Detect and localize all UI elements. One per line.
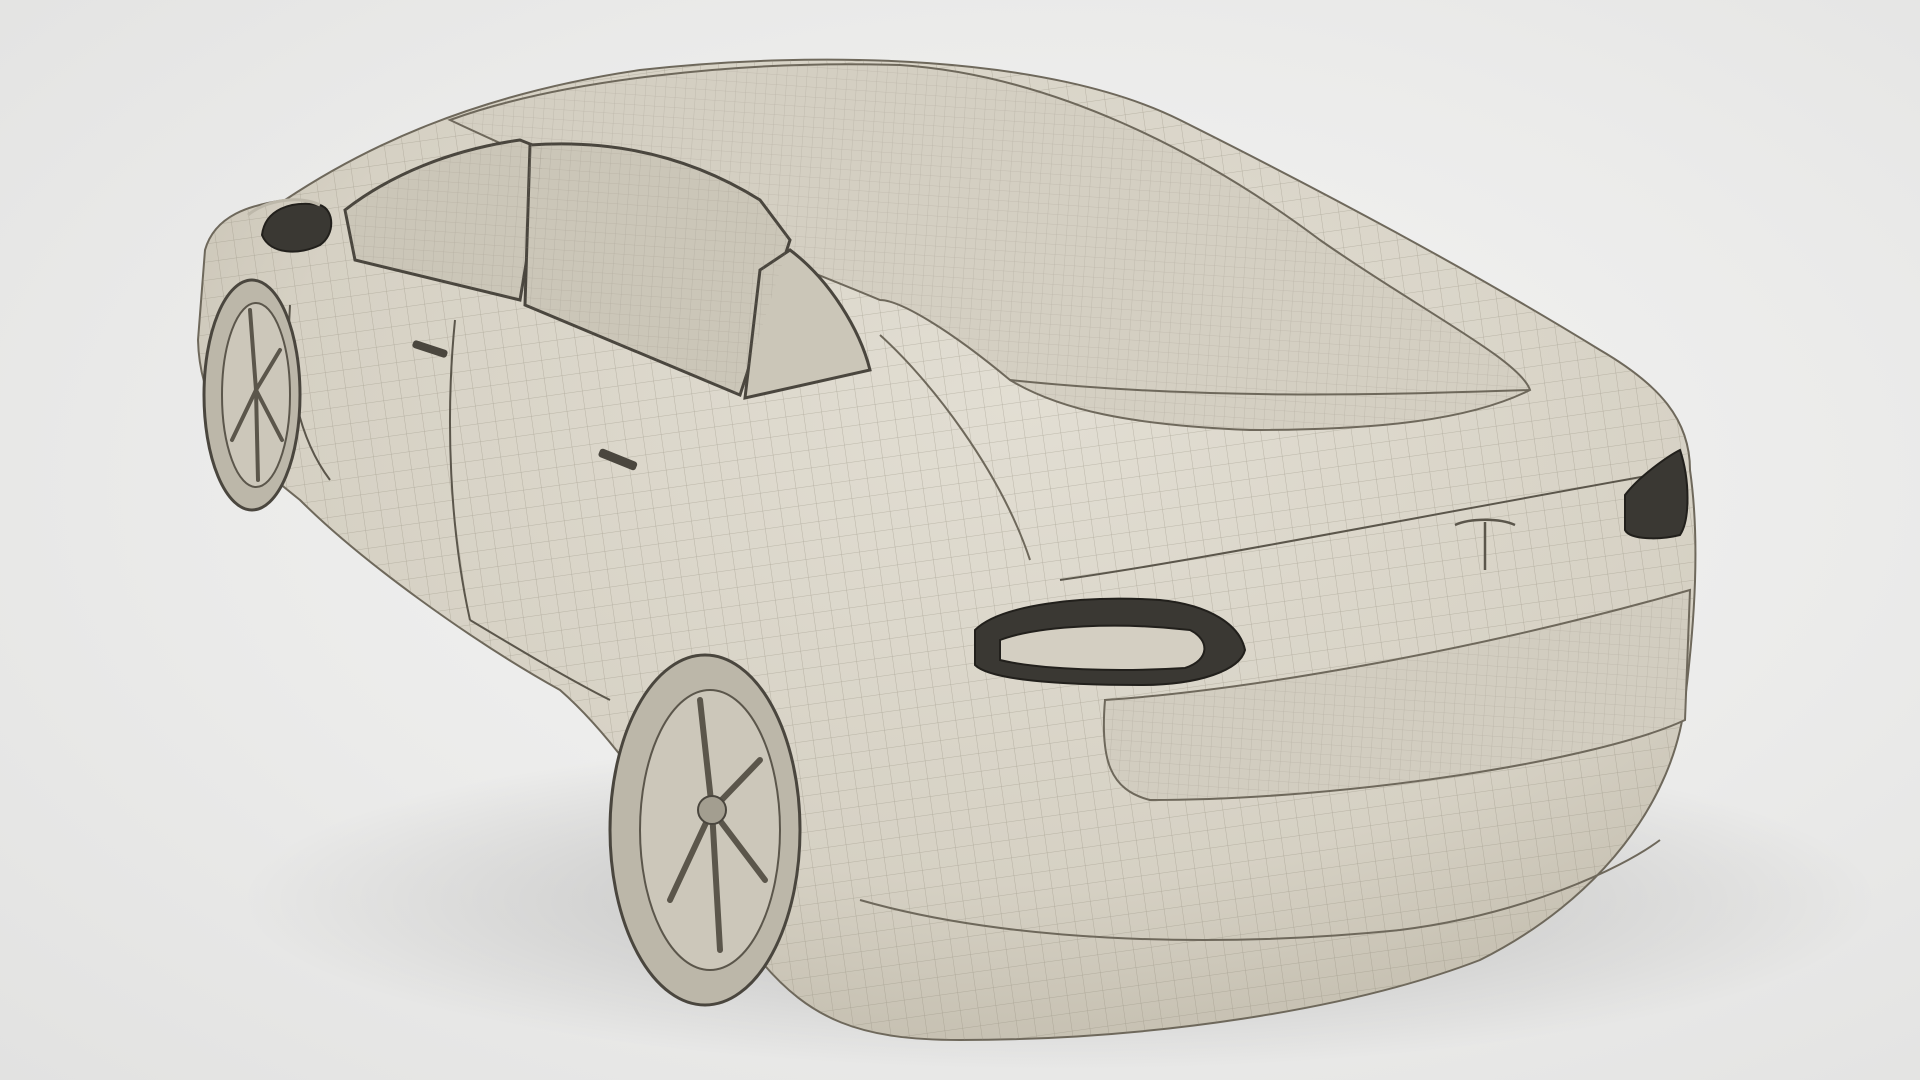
front-wheel: [202, 278, 302, 512]
rear-wheel: [608, 653, 802, 1007]
car-wireframe-icon: [196, 58, 1880, 1070]
render-viewport: [0, 0, 1920, 1080]
